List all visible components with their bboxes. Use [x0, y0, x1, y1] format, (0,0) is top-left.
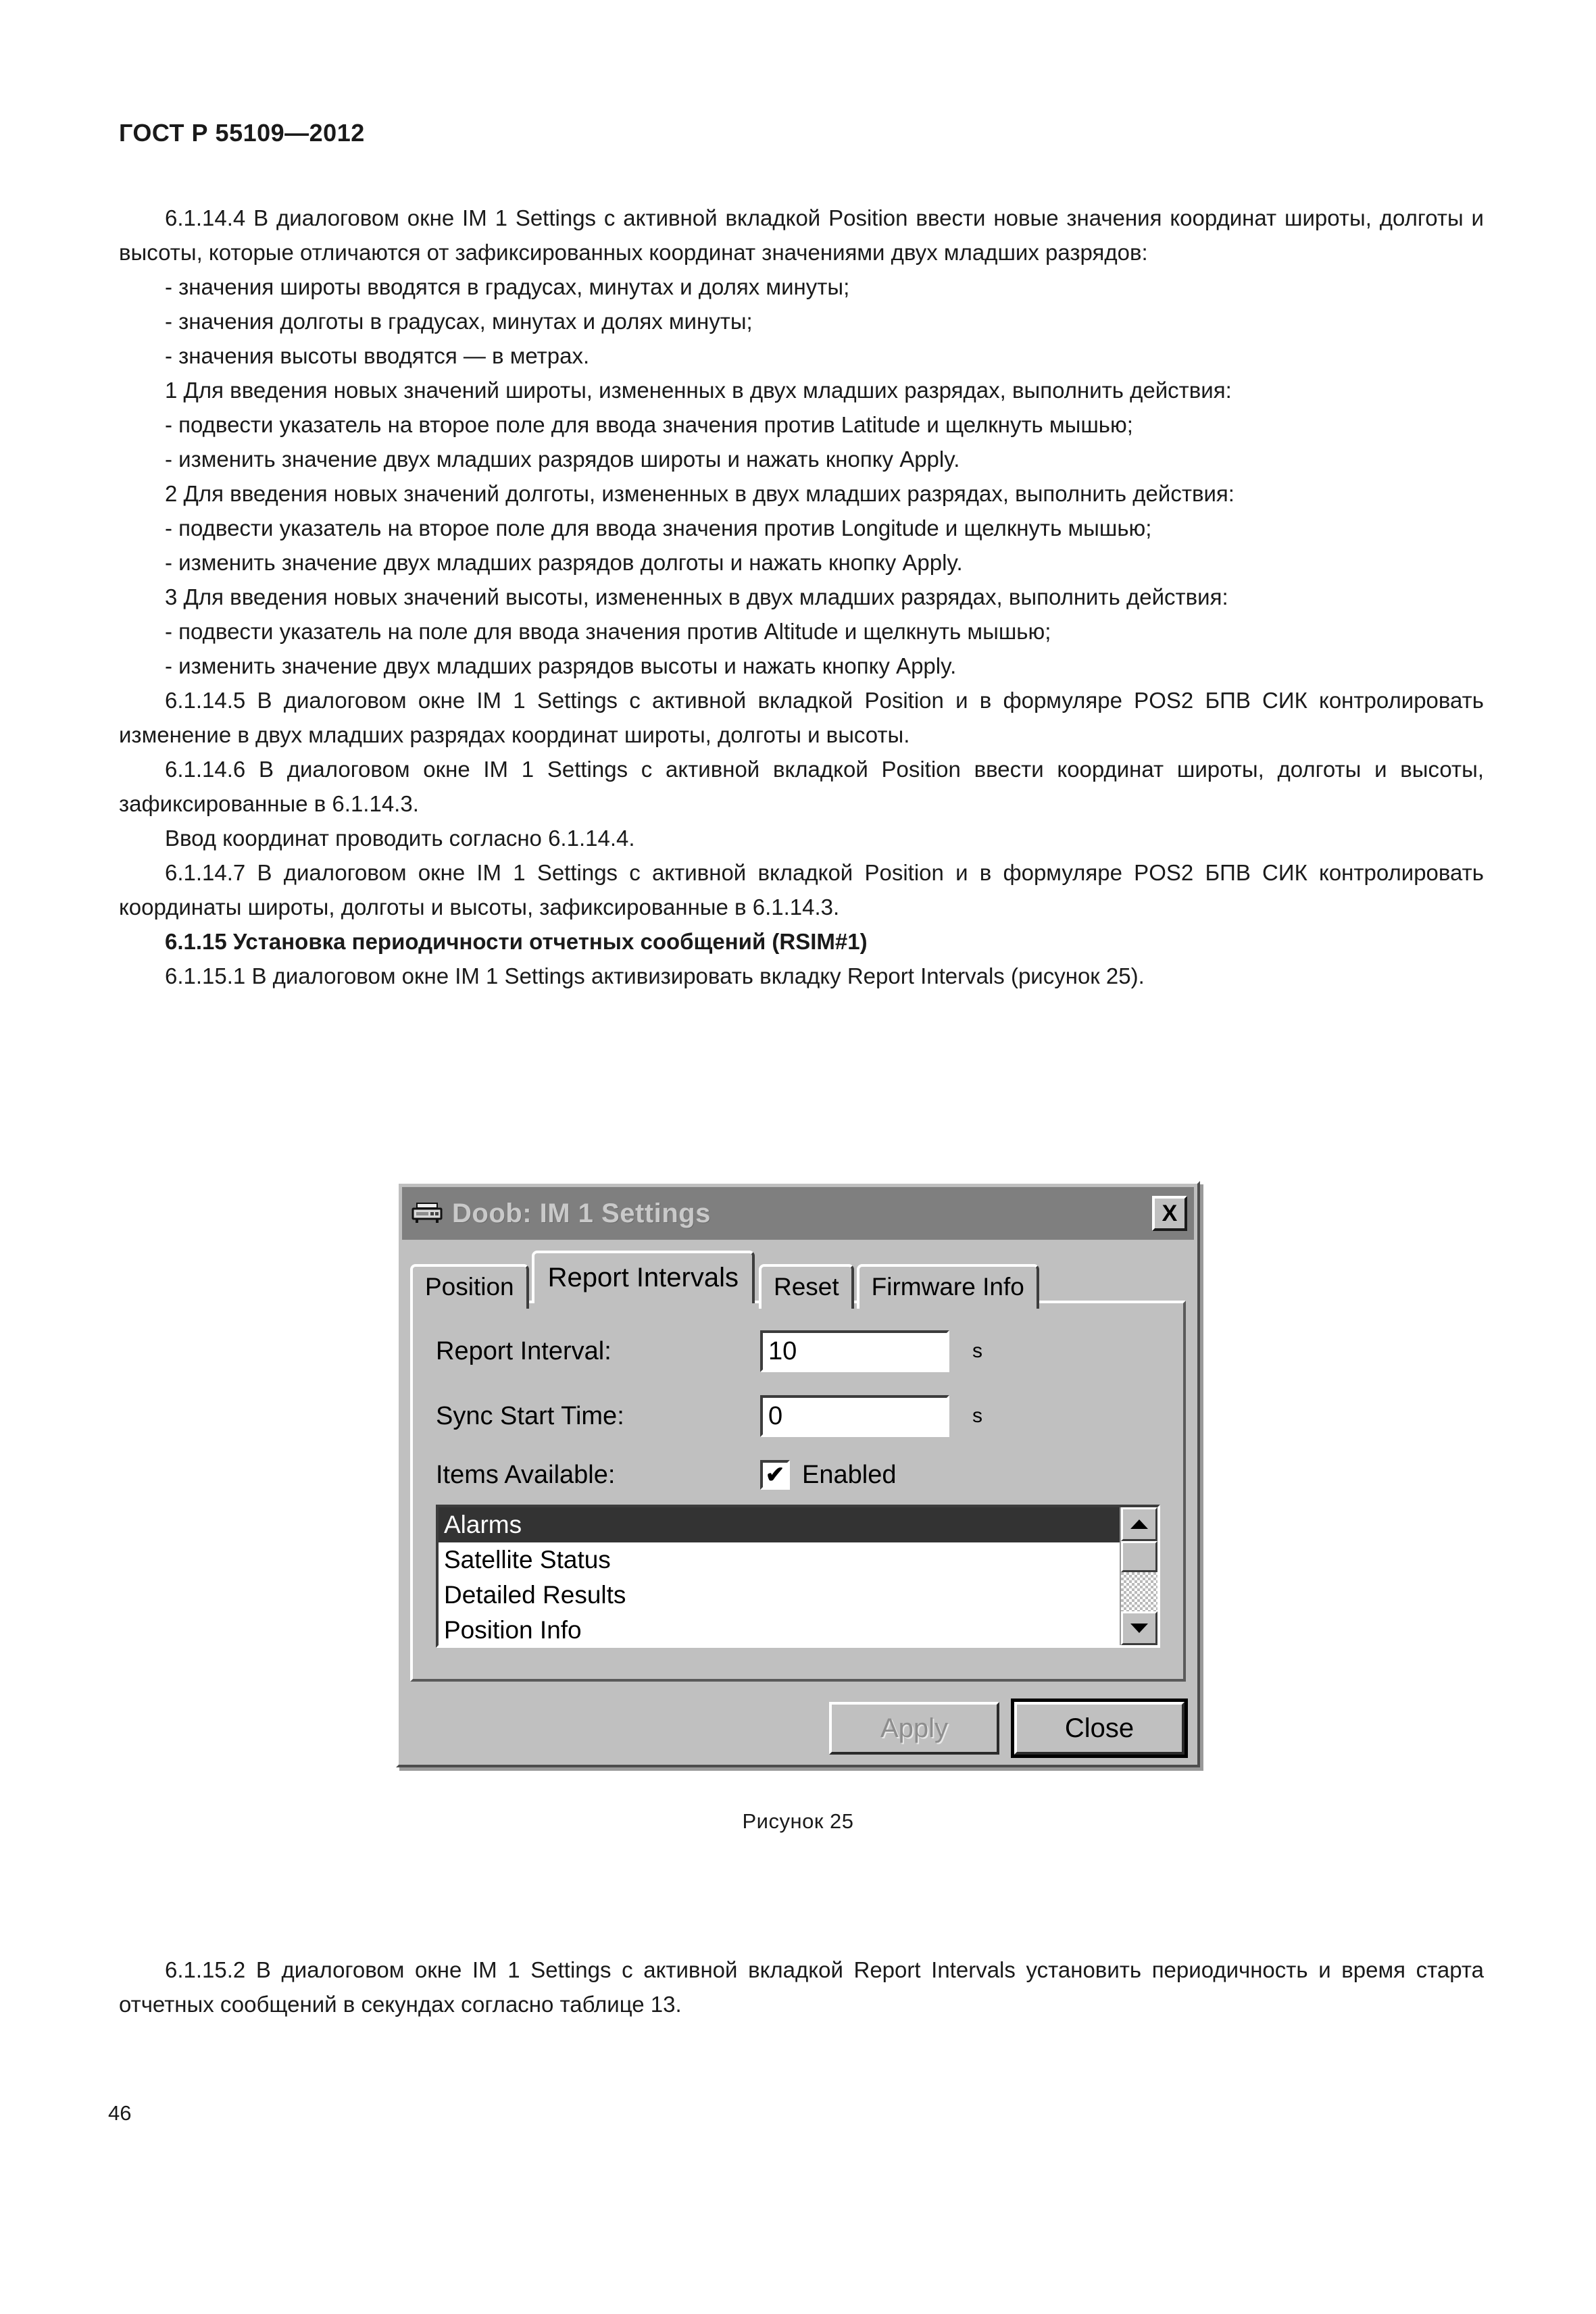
items-available-list: Alarms Satellite Status Detailed Results… [439, 1507, 1120, 1645]
document-page: ГОСТ Р 55109—2012 6.1.14.4 В диалоговом … [0, 0, 1596, 2314]
report-interval-label: Report Interval: [436, 1336, 612, 1365]
sync-start-time-input[interactable]: 0 [760, 1395, 949, 1437]
heading-6-1-15: 6.1.15 Установка периодичности отчетных … [165, 929, 868, 954]
step-3-action-a: - подвести указатель на поле для ввода з… [165, 619, 1051, 644]
bullet-longitude-units: - значения долготы в градусах, минутах и… [165, 309, 753, 334]
tab-reset[interactable]: Reset [758, 1264, 854, 1309]
paragraph-6-1-15-1: 6.1.15.1 В диалоговом окне IM 1 Settings… [165, 963, 1145, 988]
document-header: ГОСТ Р 55109—2012 [119, 119, 365, 147]
items-available-label: Items Available: [436, 1460, 616, 1489]
scrollbar-thumb[interactable] [1121, 1541, 1157, 1572]
items-available-listbox[interactable]: Alarms Satellite Status Detailed Results… [436, 1505, 1160, 1648]
page-number: 46 [108, 2101, 132, 2125]
paragraph-6-1-15-2: 6.1.15.2 В диалоговом окне IM 1 Settings… [119, 1957, 1484, 2017]
enabled-checkbox[interactable]: ✔ [760, 1460, 790, 1490]
chevron-up-icon [1130, 1519, 1148, 1529]
sync-start-time-row: Sync Start Time: 0 s [436, 1395, 1160, 1437]
step-1-action-b: - изменить значение двух младших разрядо… [165, 447, 960, 472]
paragraph-6-1-14-7: 6.1.14.7 В диалоговом окне IM 1 Settings… [119, 860, 1484, 920]
scroll-down-button[interactable] [1121, 1611, 1157, 1645]
chevron-down-icon [1130, 1624, 1148, 1633]
tab-report-intervals[interactable]: Report Intervals [531, 1251, 755, 1303]
step-2-action-a: - подвести указатель на второе поле для … [165, 515, 1152, 540]
figure-25: Doob: IM 1 Settings X Position Report In… [0, 1181, 1596, 1834]
list-item[interactable]: Position Info [439, 1613, 1120, 1645]
list-item[interactable]: Detailed Results [439, 1578, 1120, 1613]
paragraph-6-1-14-4: 6.1.14.4 В диалоговом окне IM 1 Settings… [119, 205, 1484, 265]
report-intervals-panel: Report Interval: 10 s Sync Start Time: 0… [410, 1301, 1186, 1682]
bullet-latitude-units: - значения широты вводятся в градусах, м… [165, 274, 850, 299]
step-1-title: 1 Для введения новых значений широты, из… [165, 378, 1232, 403]
bullet-altitude-units: - значения высоты вводятся — в метрах. [165, 343, 590, 368]
report-interval-row: Report Interval: 10 s [436, 1330, 1160, 1372]
sync-start-time-unit: s [972, 1405, 982, 1427]
device-icon [412, 1202, 443, 1225]
step-2-action-b: - изменить значение двух младших разрядо… [165, 550, 963, 575]
dialog-tabstrip: Position Report Intervals Reset Firmware… [410, 1251, 1194, 1309]
close-button[interactable]: Close [1011, 1699, 1188, 1758]
report-interval-unit: s [972, 1340, 982, 1362]
im1-settings-dialog: Doob: IM 1 Settings X Position Report In… [396, 1181, 1200, 1767]
paragraph-6-1-14-5: 6.1.14.5 В диалоговом окне IM 1 Settings… [119, 688, 1484, 747]
apply-button[interactable]: Apply [829, 1702, 999, 1755]
paragraph-input-note: Ввод координат проводить согласно 6.1.14… [165, 826, 635, 851]
step-3-title: 3 Для введения новых значений высоты, из… [165, 584, 1228, 609]
listbox-scrollbar[interactable] [1120, 1507, 1157, 1645]
scrollbar-track[interactable] [1121, 1572, 1157, 1611]
tab-firmware-info[interactable]: Firmware Info [856, 1264, 1039, 1309]
figure-caption: Рисунок 25 [742, 1809, 854, 1833]
enabled-checkbox-label: Enabled [802, 1460, 897, 1489]
close-icon[interactable]: X [1152, 1196, 1187, 1231]
dialog-title: Doob: IM 1 Settings [452, 1198, 711, 1228]
dialog-button-row: Apply Close [402, 1699, 1188, 1758]
step-2-title: 2 Для введения новых значений долготы, и… [165, 481, 1235, 506]
items-available-row: Items Available: ✔ Enabled [436, 1460, 1160, 1490]
list-item[interactable]: Satellite Status [439, 1542, 1120, 1578]
step-1-action-a: - подвести указатель на второе поле для … [165, 412, 1133, 437]
scroll-up-button[interactable] [1121, 1507, 1157, 1541]
step-3-action-b: - изменить значение двух младших разрядо… [165, 653, 957, 678]
body-text-block: 6.1.14.4 В диалоговом окне IM 1 Settings… [119, 201, 1484, 993]
list-item[interactable]: Alarms [439, 1507, 1120, 1542]
paragraph-6-1-14-6: 6.1.14.6 В диалоговом окне IM 1 Settings… [119, 757, 1484, 816]
report-interval-input[interactable]: 10 [760, 1330, 949, 1372]
tab-position[interactable]: Position [410, 1264, 529, 1309]
dialog-titlebar[interactable]: Doob: IM 1 Settings X [402, 1187, 1194, 1240]
sync-start-time-label: Sync Start Time: [436, 1401, 624, 1430]
trailing-text-block: 6.1.15.2 В диалоговом окне IM 1 Settings… [119, 1953, 1484, 2021]
